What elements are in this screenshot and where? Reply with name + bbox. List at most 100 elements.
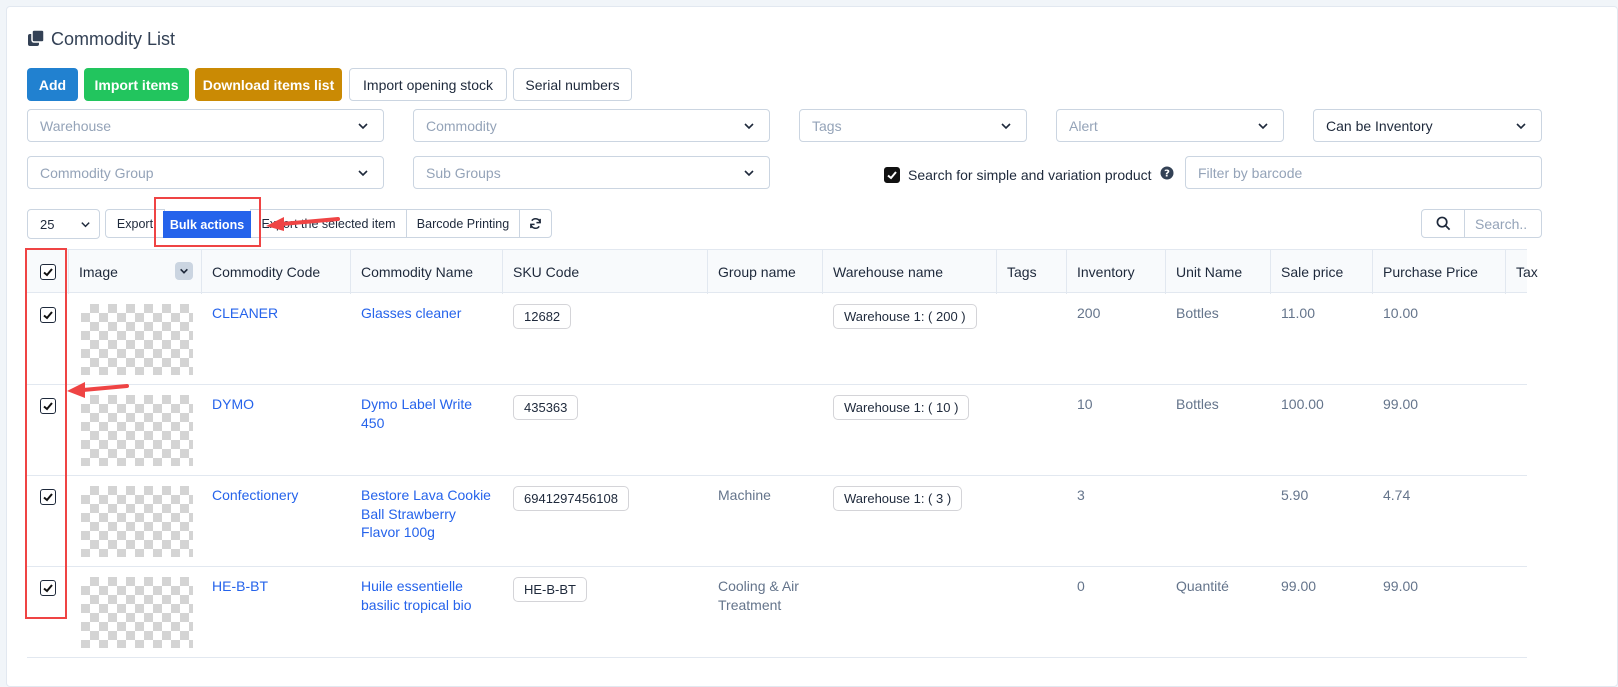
header-warehouse-name[interactable]: Warehouse name <box>823 250 997 294</box>
sub-groups-select[interactable]: Sub Groups <box>413 156 770 189</box>
purchase-price-value: 99.00 <box>1383 578 1419 594</box>
inventory-value: 10 <box>1077 396 1093 412</box>
header-group-name[interactable]: Group name <box>708 250 823 294</box>
barcode-filter-placeholder: Filter by barcode <box>1198 164 1303 181</box>
sku-chip: 12682 <box>513 304 572 329</box>
unit-name-value: Bottles <box>1176 305 1219 321</box>
table-row: HE-B-BT Huile essentielle basilic tropic… <box>27 567 1527 658</box>
product-image[interactable] <box>81 577 193 648</box>
sku-chip: 6941297456108 <box>513 486 629 511</box>
barcode-filter-input[interactable]: Filter by barcode <box>1185 156 1542 189</box>
inventory-type-select[interactable]: Can be Inventory <box>1313 109 1542 142</box>
sku-chip: 435363 <box>513 395 579 420</box>
chevron-down-icon <box>81 222 90 228</box>
table-row: Confectionery Bestore Lava Cookie Ball S… <box>27 476 1527 567</box>
group-name-line: Cooling & Air <box>718 578 799 594</box>
commodity-name-line: Ball Strawberry <box>361 505 456 522</box>
commodity-group-select-value: Commodity Group <box>40 164 154 181</box>
import-items-button[interactable]: Import items <box>84 68 189 101</box>
table-row: CLEANER Glasses cleaner 12682 Warehouse … <box>27 294 1527 385</box>
product-image[interactable] <box>81 486 193 557</box>
annotation-arrow-icon <box>266 217 340 231</box>
commodity-name-link[interactable]: Huile essentielle basilic tropical bio <box>361 577 472 614</box>
header-tags[interactable]: Tags <box>997 250 1067 294</box>
table-search-placeholder: Search.. <box>1475 215 1528 232</box>
sku-chip: HE-B-BT <box>513 577 587 602</box>
download-items-list-button[interactable]: Download items list <box>195 68 342 101</box>
commodity-select-value: Commodity <box>426 117 497 134</box>
alert-select[interactable]: Alert <box>1056 109 1284 142</box>
header-sku-code[interactable]: SKU Code <box>503 250 708 294</box>
product-image[interactable] <box>81 395 193 466</box>
group-name-value: Machine <box>718 486 771 505</box>
chevron-down-icon <box>1001 123 1011 130</box>
svg-text:?: ? <box>1164 169 1170 180</box>
header-tax[interactable]: Tax <box>1506 250 1546 294</box>
sub-groups-select-value: Sub Groups <box>426 164 501 181</box>
commodity-name-line: Huile essentielle <box>361 578 463 594</box>
group-name-line: Treatment <box>718 596 782 613</box>
commodity-name-link[interactable]: Bestore Lava Cookie Ball Strawberry Flav… <box>361 486 491 542</box>
unit-name-value: Bottles <box>1176 396 1219 412</box>
chevron-down-icon <box>180 268 188 274</box>
header-inventory[interactable]: Inventory <box>1067 250 1166 294</box>
table-search-input[interactable]: Search.. <box>1464 209 1542 238</box>
commodity-name-line: Glasses cleaner <box>361 305 462 321</box>
chevron-down-icon <box>1258 123 1268 130</box>
header-image-label: Image <box>79 264 118 280</box>
column-menu-toggle[interactable] <box>175 262 193 280</box>
chevron-down-icon <box>358 123 368 130</box>
unit-name-value: Quantité <box>1176 578 1229 594</box>
page-size-value: 25 <box>40 216 55 232</box>
serial-numbers-button[interactable]: Serial numbers <box>513 68 632 101</box>
commodity-name-link[interactable]: Glasses cleaner <box>361 304 461 323</box>
warehouse-select[interactable]: Warehouse <box>27 109 384 142</box>
sale-price-value: 11.00 <box>1281 305 1315 321</box>
inventory-type-select-value: Can be Inventory <box>1326 117 1433 134</box>
page-title: Commodity List <box>51 29 176 49</box>
commodity-code-link[interactable]: HE-B-BT <box>212 577 268 596</box>
tags-select[interactable]: Tags <box>799 109 1027 142</box>
commodity-name-line: basilic tropical bio <box>361 596 472 613</box>
header-unit-name[interactable]: Unit Name <box>1166 250 1271 294</box>
product-image[interactable] <box>81 304 193 375</box>
search-button[interactable] <box>1421 209 1465 238</box>
header-commodity-name[interactable]: Commodity Name <box>351 250 503 294</box>
sale-price-value: 100.00 <box>1281 396 1324 412</box>
variation-search-checkbox[interactable] <box>884 166 900 183</box>
commodity-name-line: Flavor 100g <box>361 524 435 540</box>
page-header: Commodity List <box>27 29 175 50</box>
variation-search-toggle[interactable]: Search for simple and variation product … <box>884 166 1174 183</box>
table-header: Image Commodity Code Commodity Name SKU … <box>27 249 1538 294</box>
variation-search-label: Search for simple and variation product <box>908 166 1152 183</box>
warehouse-select-value: Warehouse <box>40 117 112 134</box>
add-button[interactable]: Add <box>27 68 78 101</box>
warehouse-chip: Warehouse 1: ( 3 ) <box>833 486 963 511</box>
copy-icon <box>27 29 45 50</box>
sale-price-value: 99.00 <box>1281 578 1317 594</box>
commodity-code-link[interactable]: DYMO <box>212 395 254 414</box>
header-sale-price[interactable]: Sale price <box>1271 250 1373 294</box>
chevron-down-icon <box>1516 123 1526 130</box>
header-purchase-price[interactable]: Purchase Price <box>1373 250 1506 294</box>
header-image: Image <box>69 250 202 294</box>
commodity-select[interactable]: Commodity <box>413 109 770 142</box>
header-commodity-code[interactable]: Commodity Code <box>202 250 351 294</box>
page-size-select[interactable]: 25 <box>27 209 100 239</box>
commodity-name-line: Bestore Lava Cookie <box>361 487 491 503</box>
warehouse-chip: Warehouse 1: ( 10 ) <box>833 395 970 420</box>
commodity-code-link[interactable]: Confectionery <box>212 486 298 505</box>
commodity-name-link[interactable]: Dymo Label Write 450 <box>361 395 472 432</box>
inventory-value: 3 <box>1077 487 1085 503</box>
commodity-name-line: 450 <box>361 414 385 431</box>
commodity-code-link[interactable]: CLEANER <box>212 304 278 323</box>
chevron-down-icon <box>358 170 368 177</box>
barcode-printing-button[interactable]: Barcode Printing <box>406 209 520 238</box>
search-icon <box>1436 216 1450 231</box>
help-circle-icon[interactable]: ? <box>1160 166 1174 183</box>
chevron-down-icon <box>744 170 754 177</box>
commodity-group-select[interactable]: Commodity Group <box>27 156 384 189</box>
import-opening-stock-button[interactable]: Import opening stock <box>349 68 507 101</box>
refresh-button[interactable] <box>519 209 552 238</box>
sale-price-value: 5.90 <box>1281 487 1309 503</box>
